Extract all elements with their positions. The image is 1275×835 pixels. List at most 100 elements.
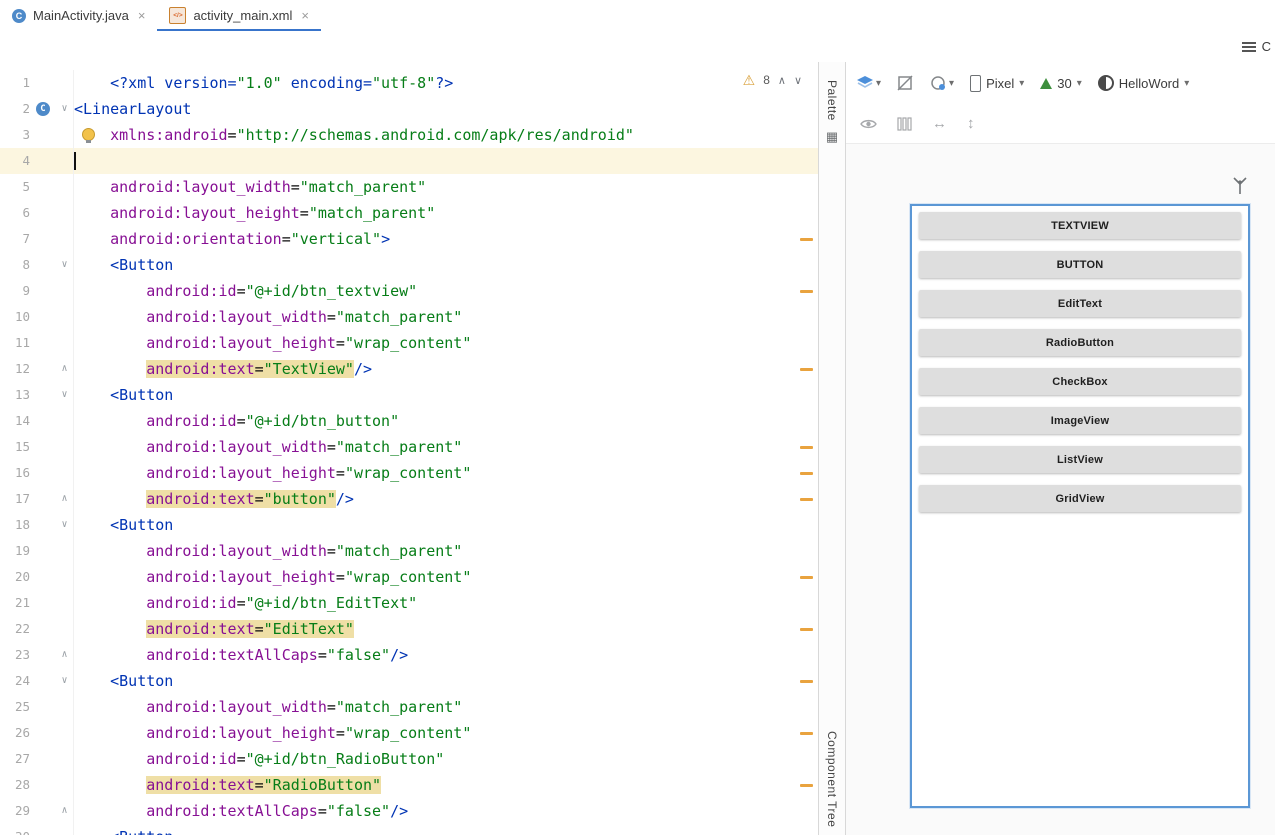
code-text[interactable]: android:id="@+id/btn_button" [74,408,818,434]
tab-mainactivity[interactable]: C MainActivity.java × [0,0,157,31]
error-stripe-mark[interactable] [800,238,813,241]
code-text[interactable]: android:id="@+id/btn_RadioButton" [74,746,818,772]
code-text[interactable]: android:textAllCaps="false"/> [74,798,818,824]
code-line[interactable]: 12 ∧ android:text="TextView"/> [0,356,818,382]
code-line[interactable]: 30 <Button [0,824,818,835]
next-issue-icon[interactable]: ∨ [794,74,802,87]
code-line[interactable]: 16 android:layout_height="wrap_content" [0,460,818,486]
code-line[interactable]: 10 android:layout_width="match_parent" [0,304,818,330]
error-stripe-mark[interactable] [800,472,813,475]
editor-mode-label[interactable]: C [1262,39,1271,54]
code-line[interactable]: 22 android:text="EditText" [0,616,818,642]
theme-selector[interactable]: HelloWord ▾ [1097,75,1189,91]
error-stripe-mark[interactable] [800,732,813,735]
code-line[interactable]: 15 android:layout_width="match_parent" [0,434,818,460]
error-stripe-mark[interactable] [800,446,813,449]
error-stripe-mark[interactable] [800,368,813,371]
error-stripe-mark[interactable] [800,290,813,293]
code-text[interactable]: android:layout_width="match_parent" [74,694,818,720]
code-line[interactable]: 2 C ∨ <LinearLayout [0,96,818,122]
preview-button[interactable]: CheckBox [919,368,1241,395]
palette-stripe-button[interactable]: Palette [825,80,839,121]
fold-marker[interactable]: ∧ [56,356,74,382]
preview-button[interactable]: EditText [919,290,1241,317]
code-line[interactable]: 29 ∧ android:textAllCaps="false"/> [0,798,818,824]
code-line[interactable]: 3 xmlns:android="http://schemas.android.… [0,122,818,148]
code-line[interactable]: 13 ∨ <Button [0,382,818,408]
vertical-constraint-icon[interactable]: ↕ [967,115,975,132]
code-line[interactable]: 23 ∧ android:textAllCaps="false"/> [0,642,818,668]
error-stripe-mark[interactable] [800,784,813,787]
view-options-button[interactable] [860,118,877,130]
code-line[interactable]: 8 ∨ <Button [0,252,818,278]
code-text[interactable]: <Button [74,668,818,694]
code-line[interactable]: 26 android:layout_height="wrap_content" [0,720,818,746]
code-text[interactable]: android:textAllCaps="false"/> [74,642,818,668]
error-stripe-mark[interactable] [800,576,813,579]
code-line[interactable]: 4 [0,148,818,174]
design-canvas[interactable]: TEXTVIEW BUTTON EditText RadioButton CheckBo… [846,144,1275,835]
fold-marker[interactable]: ∧ [56,486,74,512]
code-text[interactable]: android:text="button"/> [74,486,818,512]
fold-marker[interactable]: ∨ [56,252,74,278]
code-line[interactable]: 17 ∧ android:text="button"/> [0,486,818,512]
fold-marker[interactable]: ∨ [56,668,74,694]
device-selector[interactable]: Pixel ▾ [970,74,1024,92]
code-text[interactable]: <Button [74,252,818,278]
close-tab-icon[interactable]: × [138,8,146,23]
code-text[interactable]: android:layout_width="match_parent" [74,174,818,200]
error-stripe-mark[interactable] [800,498,813,501]
design-surface-button[interactable]: ▾ [856,75,881,91]
code-line[interactable]: 19 android:layout_width="match_parent" [0,538,818,564]
fold-marker[interactable]: ∨ [56,512,74,538]
code-line[interactable]: 18 ∨ <Button [0,512,818,538]
code-line[interactable]: 14 android:id="@+id/btn_button" [0,408,818,434]
preview-button[interactable]: TEXTVIEW [919,212,1241,239]
code-text[interactable]: android:layout_width="match_parent" [74,304,818,330]
prev-issue-icon[interactable]: ∧ [778,74,786,87]
code-text[interactable]: <LinearLayout [74,96,818,122]
code-text[interactable]: android:text="RadioButton" [74,772,818,798]
preview-button[interactable]: ListView [919,446,1241,473]
code-line[interactable]: 7 android:orientation="vertical"> [0,226,818,252]
code-text[interactable]: <Button [74,382,818,408]
class-gutter-icon[interactable]: C [36,102,50,116]
close-tab-icon[interactable]: × [301,8,309,23]
code-line[interactable]: 5 android:layout_width="match_parent" [0,174,818,200]
preview-button[interactable]: RadioButton [919,329,1241,356]
code-text[interactable]: android:layout_height="wrap_content" [74,460,818,486]
code-text[interactable]: android:id="@+id/btn_textview" [74,278,818,304]
code-line[interactable]: 11 android:layout_height="wrap_content" [0,330,818,356]
code-text[interactable]: android:text="EditText" [74,616,818,642]
code-text[interactable]: android:text="TextView"/> [74,356,818,382]
guidelines-button[interactable] [897,116,912,131]
blueprint-toggle-button[interactable] [897,75,914,91]
code-text[interactable]: xmlns:android="http://schemas.android.co… [74,122,818,148]
code-line[interactable]: 20 android:layout_height="wrap_content" [0,564,818,590]
menu-icon[interactable] [1241,41,1256,52]
palette-icon[interactable]: ▦ [826,129,838,145]
fold-marker[interactable]: ∨ [56,382,74,408]
fold-marker[interactable]: ∨ [56,96,74,122]
code-line[interactable]: 21 android:id="@+id/btn_EditText" [0,590,818,616]
code-text[interactable]: android:id="@+id/btn_EditText" [74,590,818,616]
api-level-selector[interactable]: 30 ▾ [1040,76,1082,91]
code-line[interactable]: 25 android:layout_width="match_parent" [0,694,818,720]
code-text[interactable]: <Button [74,512,818,538]
code-line[interactable]: 1 <?xml version="1.0" encoding="utf-8"?> [0,70,818,96]
horizontal-constraint-icon[interactable]: ↔ [932,115,947,132]
tab-activity-main-xml[interactable]: </> activity_main.xml × [157,0,321,32]
code-line[interactable]: 28 android:text="RadioButton" [0,772,818,798]
component-tree-stripe-button[interactable]: Component Tree [825,731,839,827]
code-line[interactable]: 24 ∨ <Button [0,668,818,694]
code-text[interactable]: android:layout_height="wrap_content" [74,564,818,590]
code-line[interactable]: 27 android:id="@+id/btn_RadioButton" [0,746,818,772]
code-line[interactable]: 9 android:id="@+id/btn_textview" [0,278,818,304]
error-stripe-mark[interactable] [800,680,813,683]
device-preview-frame[interactable]: TEXTVIEW BUTTON EditText RadioButton CheckBo… [910,204,1250,808]
code-text[interactable]: android:layout_width="match_parent" [74,538,818,564]
preview-button[interactable]: ImageView [919,407,1241,434]
quickfix-bulb-icon[interactable] [82,128,95,143]
error-stripe-mark[interactable] [800,628,813,631]
code-text[interactable]: android:layout_height="wrap_content" [74,330,818,356]
